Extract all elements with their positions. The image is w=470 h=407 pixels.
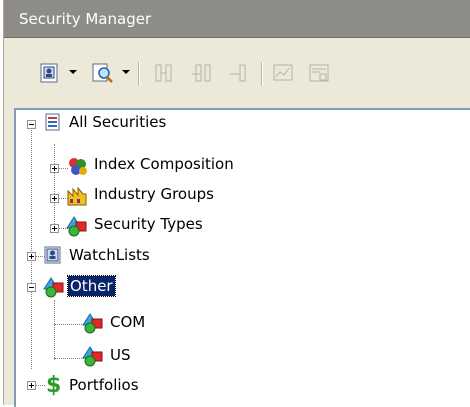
tree-item-all-securities[interactable]: All Securities [69,113,166,131]
tree-connector [54,300,55,360]
tree-item-index-composition[interactable]: Index Composition [94,155,234,173]
collapse-toggle[interactable] [27,283,36,292]
chart-window-icon [273,64,293,81]
shapes-icon [82,313,103,334]
toolbar [4,38,470,100]
tree-connector [31,124,32,369]
title-bar[interactable]: Security Manager [4,0,470,38]
tree-item-industry-groups[interactable]: Industry Groups [94,185,214,203]
remove-column-button[interactable] [226,60,252,86]
tree-item-security-types[interactable]: Security Types [94,215,203,233]
tree-item-portfolios[interactable]: Portfolios [69,376,139,394]
watchlist-icon [44,246,61,264]
svg-text:$: $ [46,373,61,396]
expand-toggle[interactable] [50,164,59,173]
add-column-icon [192,64,211,82]
tree-item-us[interactable]: US [110,346,131,364]
security-types-icon [66,216,87,237]
expand-toggle[interactable] [50,224,59,233]
tree-item-other[interactable]: Other [67,275,116,297]
expand-toggle[interactable] [27,252,36,261]
columns-button[interactable] [151,60,177,86]
dollar-icon: $ [46,373,61,396]
data-window-icon [309,64,329,82]
shapes-icon [82,346,103,367]
expand-toggle[interactable] [50,194,59,203]
security-tree[interactable]: All Securities Index Composition Industr… [14,108,470,407]
expand-toggle[interactable] [27,381,36,390]
collapse-toggle[interactable] [27,120,36,129]
toolbar-separator [138,62,140,86]
index-composition-icon [69,158,87,175]
tree-connector [54,358,84,359]
find-security-button[interactable] [89,60,117,86]
toolbar-separator [261,62,263,86]
find-security-icon [92,63,113,83]
tree-connector [54,144,55,228]
tree-item-watchlists[interactable]: WatchLists [69,246,150,264]
tree-connector [54,324,84,325]
industry-groups-icon [67,186,87,206]
window-title: Security Manager [19,10,152,28]
data-window-button[interactable] [306,60,332,86]
all-securities-icon [45,113,60,131]
new-watchlist-dropdown-icon[interactable] [69,70,77,74]
shapes-icon [43,277,64,298]
remove-column-icon [230,64,246,82]
add-column-button[interactable] [189,60,215,86]
find-security-dropdown-icon[interactable] [122,70,130,74]
tree-item-com[interactable]: COM [110,313,145,331]
new-watchlist-button[interactable] [37,60,63,86]
columns-icon [155,64,172,82]
chart-window-button[interactable] [270,60,296,86]
new-watchlist-icon [40,63,58,83]
